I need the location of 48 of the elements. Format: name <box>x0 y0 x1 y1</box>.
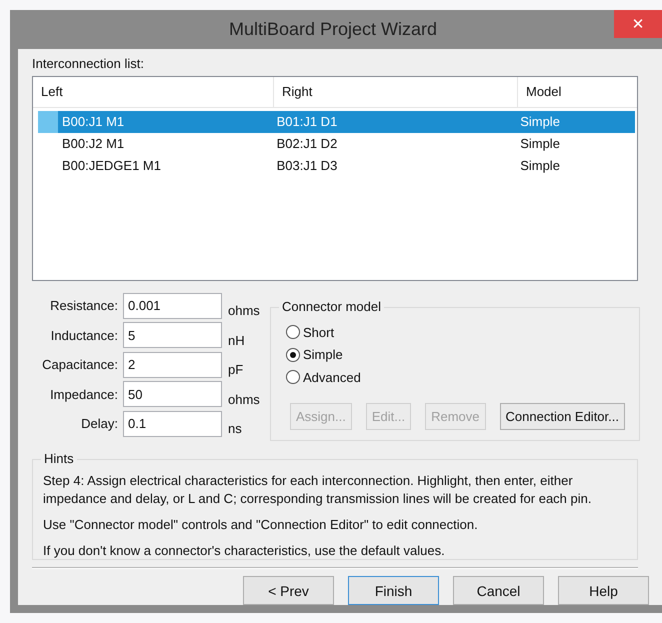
column-header[interactable]: Left <box>33 77 274 107</box>
list-row[interactable]: B00:J2 M1 B02:J1 D2 Simple <box>38 133 635 155</box>
field-label: Delay: <box>80 416 118 432</box>
row-marker <box>38 111 58 133</box>
unit-label: ohms <box>228 303 260 318</box>
field-label: Capacitance: <box>41 357 118 372</box>
radio-label[interactable]: Advanced <box>303 370 361 385</box>
radio-button[interactable] <box>286 325 300 340</box>
unit-label: nH <box>228 332 245 348</box>
field-label: Impedance: <box>49 386 118 402</box>
input-field[interactable]: 50 <box>123 381 222 408</box>
footer-button[interactable]: Help <box>558 576 649 605</box>
radio-label[interactable]: Simple <box>303 347 343 362</box>
field-label: Resistance: <box>49 298 118 314</box>
radio-button[interactable] <box>286 348 300 362</box>
footer-button[interactable]: Cancel <box>453 576 544 605</box>
footer-button[interactable]: Finish <box>348 576 439 605</box>
unit-label: pF <box>228 362 244 378</box>
list-label: Interconnection list: <box>32 55 146 73</box>
footer-button[interactable]: < Prev <box>243 576 334 605</box>
input-field[interactable]: 0.1 <box>123 410 222 437</box>
list-row[interactable]: B00:JEDGE1 M1 B03:J1 D3 Simple <box>38 155 635 177</box>
table-cell-text: Simple <box>520 113 560 131</box>
hint-text: If you don't know a connector's characteristics, use the default values. <box>43 542 446 560</box>
radio-button[interactable] <box>286 370 300 384</box>
column-header[interactable]: Model <box>518 77 636 107</box>
hint-text: Use "Connector model" controls and "Connection Editor" to edit connection. <box>43 516 479 534</box>
list-row[interactable]: B00:J1 M1 B01:J1 D1 Simple <box>38 111 635 133</box>
window-title: MultiBoard Project Wizard <box>228 19 438 40</box>
hint-text: Step 4: Assign electrical characteristics for each interconnection. Highlight, then enter, either impedance and delay, or L and C; corresponding transmission lines will be created for each pin. <box>43 472 592 508</box>
table-cell-text: B03:J1 D3 <box>276 157 338 175</box>
table-cell-text: B00:JEDGE1 M1 <box>62 157 161 175</box>
close-button[interactable]: ✕ <box>614 10 662 38</box>
action-button[interactable]: Connection Editor... <box>500 402 625 430</box>
input-field[interactable]: 0.001 <box>123 292 222 319</box>
table-cell-text: B02:J1 D2 <box>276 135 338 153</box>
field-label: Inductance: <box>50 328 118 343</box>
column-header[interactable]: Right <box>274 77 518 107</box>
input-field[interactable]: 5 <box>123 322 222 348</box>
input-field[interactable]: 2 <box>123 352 222 378</box>
table-cell-text: B00:J2 M1 <box>62 135 124 153</box>
unit-label: ns <box>228 421 242 436</box>
radio-label[interactable]: Short <box>303 324 334 340</box>
table-cell-text: Simple <box>520 135 560 153</box>
table-cell-text: B00:J1 M1 <box>62 113 124 131</box>
table-cell-text: Simple <box>520 157 560 175</box>
table-cell-text: B01:J1 D1 <box>276 113 338 131</box>
unit-label: ohms <box>228 392 260 407</box>
